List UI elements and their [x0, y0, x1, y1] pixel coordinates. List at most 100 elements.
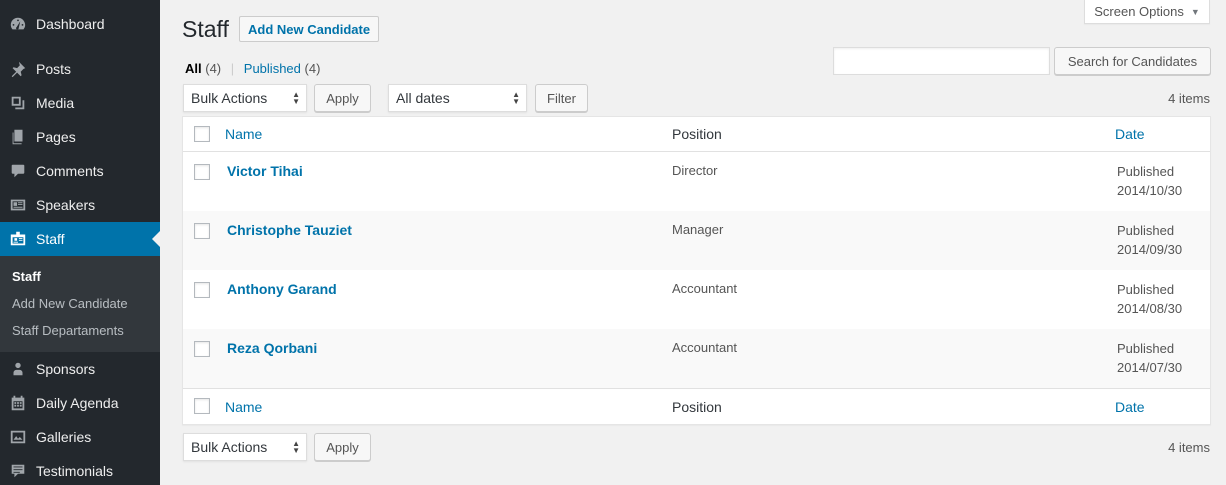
table-row: Reza Qorbani Accountant Published 2014/07… [183, 329, 1210, 388]
row-checkbox[interactable] [194, 223, 210, 239]
sidebar-item-label: Posts [36, 61, 72, 77]
sidebar-item-label: Testimonials [36, 463, 114, 479]
column-header-name[interactable]: Name [225, 126, 262, 142]
admin-sidebar: Dashboard Posts Media Pages Comments Spe… [0, 0, 160, 485]
post-status: Published [1117, 282, 1175, 297]
post-status: Published [1117, 223, 1175, 238]
apply-button-bottom[interactable]: Apply [314, 433, 371, 461]
candidate-position: Accountant [672, 281, 738, 296]
column-footer-date[interactable]: Date [1115, 399, 1145, 415]
post-status: Published [1117, 341, 1175, 356]
select-arrows-icon: ▲ ▼ [292, 439, 300, 455]
gallery-icon [0, 428, 36, 446]
search-candidates-button[interactable]: Search for Candidates [1054, 47, 1211, 75]
sidebar-item-pages[interactable]: Pages [0, 120, 160, 154]
sidebar-item-label: Media [36, 95, 75, 111]
sidebar-item-label: Speakers [36, 197, 96, 213]
filter-all-link[interactable]: All [185, 61, 202, 76]
dashboard-icon [0, 15, 36, 33]
candidates-table: Name Position Date Victor Tihai Director… [182, 116, 1211, 425]
row-checkbox[interactable] [194, 341, 210, 357]
bulk-actions-select-bottom[interactable]: Bulk Actions ▲ ▼ [183, 433, 307, 461]
sidebar-item-speakers[interactable]: Speakers [0, 188, 160, 222]
sidebar-item-daily-agenda[interactable]: Daily Agenda [0, 386, 160, 420]
column-header-date[interactable]: Date [1115, 126, 1145, 142]
filter-published-count: (4) [304, 61, 321, 76]
search-input[interactable] [833, 47, 1050, 75]
column-header-position: Position [672, 126, 722, 142]
table-footer-row: Name Position Date [183, 388, 1210, 424]
sidebar-item-posts[interactable]: Posts [0, 52, 160, 86]
post-date: 2014/07/30 [1117, 360, 1183, 375]
page-title: Staff [182, 16, 229, 42]
testimonial-icon [0, 462, 36, 480]
comment-icon [0, 162, 36, 180]
candidate-name-link[interactable]: Anthony Garand [227, 281, 337, 297]
sidebar-separator [0, 41, 160, 52]
items-count-bottom: 4 items [1168, 440, 1210, 455]
sidebar-item-galleries[interactable]: Galleries [0, 420, 160, 454]
sidebar-item-label: Sponsors [36, 361, 96, 377]
caret-down-icon: ▼ [1190, 6, 1200, 17]
person-icon [0, 360, 36, 378]
sidebar-item-label: Galleries [36, 429, 92, 445]
candidate-name-link[interactable]: Victor Tihai [227, 163, 303, 179]
post-status: Published [1117, 164, 1175, 179]
candidate-date: Published 2014/10/30 [1117, 162, 1182, 200]
sidebar-item-testimonials[interactable]: Testimonials [0, 454, 160, 485]
candidate-date: Published 2014/09/30 [1117, 221, 1182, 259]
dates-select[interactable]: All dates ▲ ▼ [388, 84, 527, 112]
candidate-position: Accountant [672, 340, 738, 355]
candidate-date: Published 2014/07/30 [1117, 339, 1182, 377]
bulk-actions-select[interactable]: Bulk Actions ▲ ▼ [183, 84, 307, 112]
screen-options-label: Screen Options [1094, 4, 1184, 19]
table-header-row: Name Position Date [183, 117, 1210, 152]
sidebar-item-label: Pages [36, 129, 76, 145]
column-footer-name[interactable]: Name [225, 399, 262, 415]
bulk-actions-value: Bulk Actions [191, 90, 268, 106]
filter-button[interactable]: Filter [535, 84, 588, 112]
status-filter-links: All (4) | Published (4) [185, 61, 320, 76]
sidebar-item-sponsors[interactable]: Sponsors [0, 352, 160, 386]
sidebar-item-dashboard[interactable]: Dashboard [0, 7, 160, 41]
select-all-checkbox[interactable] [194, 126, 210, 142]
submenu-item-staff[interactable]: Staff [0, 263, 160, 290]
sidebar-item-media[interactable]: Media [0, 86, 160, 120]
select-arrows-icon: ▲ ▼ [512, 90, 520, 106]
apply-button[interactable]: Apply [314, 84, 371, 112]
media-icon [0, 94, 36, 112]
screen-options-button[interactable]: Screen Options ▼ [1084, 0, 1210, 24]
submenu-item-add-new-candidate[interactable]: Add New Candidate [0, 290, 160, 317]
pushpin-icon [0, 60, 36, 78]
candidate-name-link[interactable]: Reza Qorbani [227, 340, 317, 356]
staff-submenu: Staff Add New Candidate Staff Departamen… [0, 256, 160, 352]
candidate-position: Manager [672, 222, 724, 237]
select-all-checkbox-footer[interactable] [194, 398, 210, 414]
row-checkbox[interactable] [194, 164, 210, 180]
submenu-item-staff-departaments[interactable]: Staff Departaments [0, 317, 160, 344]
sidebar-item-label: Comments [36, 163, 104, 179]
candidate-name-link[interactable]: Christophe Tauziet [227, 222, 352, 238]
sidebar-item-label: Staff [36, 231, 65, 247]
bulk-actions-value: Bulk Actions [191, 439, 268, 455]
id-badge-icon [0, 230, 36, 248]
filter-separator: | [230, 61, 235, 76]
add-new-candidate-button[interactable]: Add New Candidate [239, 16, 380, 42]
candidate-date: Published 2014/08/30 [1117, 280, 1182, 318]
row-checkbox[interactable] [194, 282, 210, 298]
table-row: Anthony Garand Accountant Published 2014/… [183, 270, 1210, 329]
sidebar-top-spacer [0, 0, 160, 7]
items-count: 4 items [1168, 91, 1210, 106]
table-row: Christophe Tauziet Manager Published 2014… [183, 211, 1210, 270]
calendar-icon [0, 394, 36, 412]
filter-published-link[interactable]: Published [244, 61, 301, 76]
sidebar-item-staff[interactable]: Staff [0, 222, 160, 256]
post-date: 2014/10/30 [1117, 183, 1183, 198]
pages-icon [0, 128, 36, 146]
column-footer-position: Position [672, 398, 722, 415]
sidebar-item-comments[interactable]: Comments [0, 154, 160, 188]
sidebar-item-label: Daily Agenda [36, 395, 119, 411]
dates-value: All dates [396, 90, 450, 106]
select-arrows-icon: ▲ ▼ [292, 90, 300, 106]
id-card-icon [0, 196, 36, 214]
